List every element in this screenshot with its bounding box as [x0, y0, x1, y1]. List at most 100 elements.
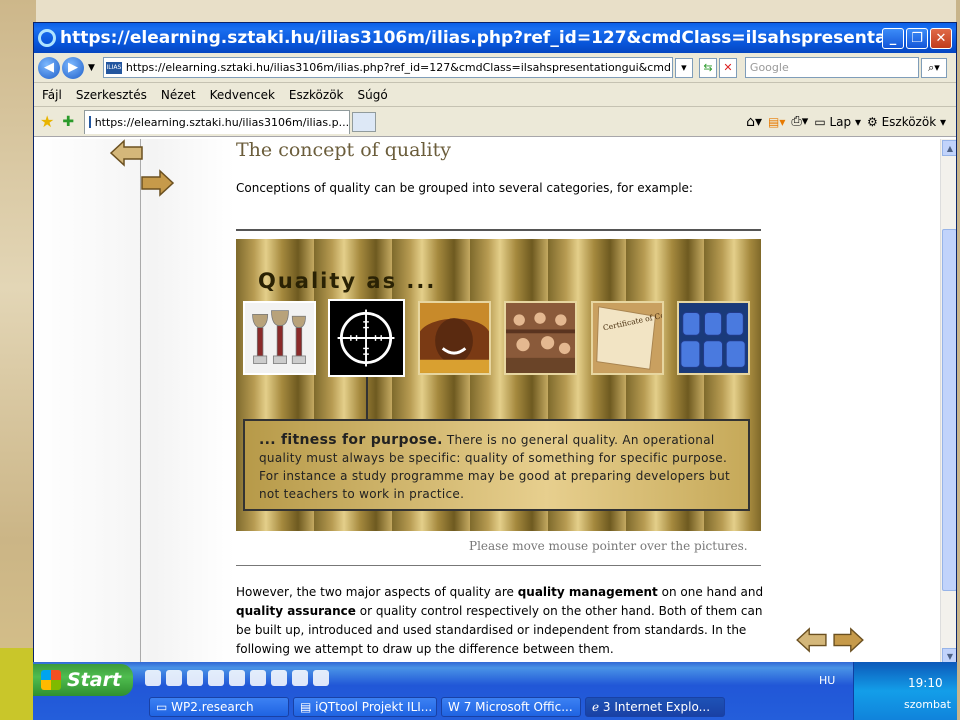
tools-menu-label: Eszközök [881, 114, 937, 129]
refresh-icon[interactable]: ⇆ [698, 57, 717, 78]
left-shade [34, 139, 234, 663]
quick-launch-icon[interactable] [187, 670, 203, 686]
minimize-button[interactable]: _ [882, 27, 904, 49]
quick-launch-icon[interactable] [250, 670, 266, 686]
taskbar-item-active[interactable]: ℯ 3 Internet Explo... [585, 697, 725, 717]
address-input[interactable]: ILIAS https://elearning.sztaki.hu/ilias3… [102, 57, 673, 78]
tools-menu[interactable]: ⚙ Eszközök ▾ [867, 115, 946, 129]
forward-button[interactable]: ▶ [62, 56, 84, 79]
taskbar-item[interactable]: ▭ WP2.research [149, 697, 289, 717]
menu-tools[interactable]: Eszközök [289, 88, 344, 102]
search-input[interactable]: Google [744, 57, 919, 78]
para-bold-1: quality management [517, 585, 658, 599]
seats-picture[interactable] [677, 301, 750, 375]
language-indicator[interactable]: HU [819, 674, 835, 687]
maximize-button[interactable]: ❐ [906, 27, 928, 49]
students-picture[interactable] [504, 301, 577, 375]
taskbar-item-label: 7 Microsoft Offic... [463, 700, 573, 714]
tab-current[interactable]: https://elearning.sztaki.hu/ilias3106m/i… [84, 109, 351, 134]
quick-launch-icon[interactable] [313, 670, 329, 686]
explanation-title: ... fitness for purpose. [259, 432, 443, 448]
quick-launch-icon[interactable] [271, 670, 287, 686]
search-placeholder: Google [749, 61, 789, 74]
main-paragraph: However, the two major aspects of qualit… [236, 583, 766, 659]
clock-time[interactable]: 19:10 [908, 676, 943, 690]
print-icon[interactable]: ⎙▾ [791, 114, 808, 129]
address-dropdown-button[interactable]: ▾ [674, 57, 693, 78]
browser-window: https://elearning.sztaki.hu/ilias3106m/i… [33, 22, 957, 664]
page-title: The concept of quality [236, 139, 451, 161]
new-tab-button[interactable] [352, 111, 377, 132]
menu-favorites[interactable]: Kedvencek [210, 88, 275, 102]
quality-banner: Quality as ... Certificate of Completion… [236, 239, 761, 531]
gear-icon: ⚙ [866, 114, 882, 129]
bottom-divider [236, 565, 761, 566]
add-favorite-icon[interactable]: ✚ [62, 114, 74, 130]
quick-launch-icon[interactable] [229, 670, 245, 686]
site-favicon: ILIAS [105, 61, 122, 74]
menu-view[interactable]: Nézet [161, 88, 196, 102]
banner-title: Quality as ... [258, 269, 437, 293]
chevron-down-icon[interactable]: ▼ [88, 63, 95, 73]
feeds-icon[interactable]: ▤▾ [768, 115, 785, 129]
window-title: https://elearning.sztaki.hu/ilias3106m/i… [60, 28, 882, 48]
hover-hint: Please move mouse pointer over the pictu… [469, 539, 748, 553]
taskbar: Start ▭ WP2.research ▤ iQTtool Projekt I… [33, 662, 957, 720]
taskbar-item[interactable]: ▤ iQTtool Projekt ILI... [293, 697, 437, 717]
tab-bar: ★ ✚ https://elearning.sztaki.hu/ilias310… [34, 107, 956, 137]
desktop-background-left [0, 0, 36, 720]
page-menu[interactable]: ▭ Lap ▾ [814, 115, 861, 129]
windows-flag-icon [41, 670, 61, 690]
document-icon: ▤ [300, 700, 316, 714]
menu-edit[interactable]: Szerkesztés [76, 88, 147, 102]
para-text-2: on one hand and [657, 585, 764, 599]
certificate-picture[interactable]: Certificate of Completion [591, 301, 664, 375]
intro-text: Conceptions of quality can be grouped in… [236, 181, 693, 195]
page-content: The concept of quality Conceptions of qu… [34, 139, 940, 663]
quick-launch-icon[interactable] [166, 670, 182, 686]
top-divider [236, 229, 761, 231]
home-icon[interactable]: ⌂▾ [746, 114, 762, 130]
taskbar-item-label: 3 Internet Explo... [602, 700, 711, 714]
start-label: Start [67, 669, 122, 691]
system-tray: 19:10 szombat [853, 662, 957, 720]
search-icon[interactable]: ⌕▾ [920, 57, 947, 78]
taskbar-item[interactable]: W 7 Microsoft Offic... [441, 697, 581, 717]
para-bold-2: quality assurance [236, 604, 356, 618]
title-bar[interactable]: https://elearning.sztaki.hu/ilias3106m/i… [34, 23, 956, 53]
crosshair-picture[interactable] [328, 299, 405, 377]
stop-icon[interactable]: ✕ [718, 57, 737, 78]
address-bar-row: ◀ ▶ ▼ ILIAS https://elearning.sztaki.hu/… [34, 53, 956, 83]
back-button[interactable]: ◀ [38, 56, 60, 79]
menu-bar: Fájl Szerkesztés Nézet Kedvencek Eszközö… [34, 83, 956, 107]
bottom-next-arrow-icon[interactable] [832, 627, 864, 653]
close-button[interactable]: ✕ [930, 27, 952, 49]
start-button[interactable]: Start [33, 664, 133, 696]
word-icon: W [448, 700, 464, 714]
scroll-up-button[interactable]: ▲ [942, 140, 956, 156]
trophies-picture[interactable] [243, 301, 316, 375]
scroll-thumb[interactable] [942, 229, 956, 591]
quick-launch [145, 670, 329, 686]
desktop-background-top [36, 0, 956, 22]
taskbar-item-label: WP2.research [171, 700, 254, 714]
menu-help[interactable]: Súgó [358, 88, 388, 102]
previous-arrow-icon[interactable] [110, 139, 144, 167]
favorites-star-icon[interactable]: ★ [40, 112, 54, 131]
para-text-1: However, the two major aspects of qualit… [236, 585, 518, 599]
taskbar-item-label: iQTtool Projekt ILI... [315, 700, 433, 714]
vertical-scrollbar[interactable]: ▲ ▼ [940, 139, 956, 663]
smiling-woman-picture[interactable] [418, 301, 491, 375]
desktop-background-accent [0, 648, 36, 720]
next-arrow-icon[interactable] [140, 169, 174, 197]
address-text: https://elearning.sztaki.hu/ilias3106m/i… [125, 61, 673, 74]
bottom-previous-arrow-icon[interactable] [796, 627, 828, 653]
quick-launch-icon[interactable] [208, 670, 224, 686]
quick-launch-icon[interactable] [145, 670, 161, 686]
folder-icon: ▭ [156, 700, 172, 714]
page-icon: ▭ [814, 114, 830, 129]
menu-file[interactable]: Fájl [42, 88, 62, 102]
quick-launch-icon[interactable] [292, 670, 308, 686]
command-bar: ⌂▾ ▤▾ ⎙▾ ▭ Lap ▾ ⚙ Eszközök ▾ [746, 114, 956, 130]
explanation-box: ... fitness for purpose. There is no gen… [243, 419, 750, 511]
